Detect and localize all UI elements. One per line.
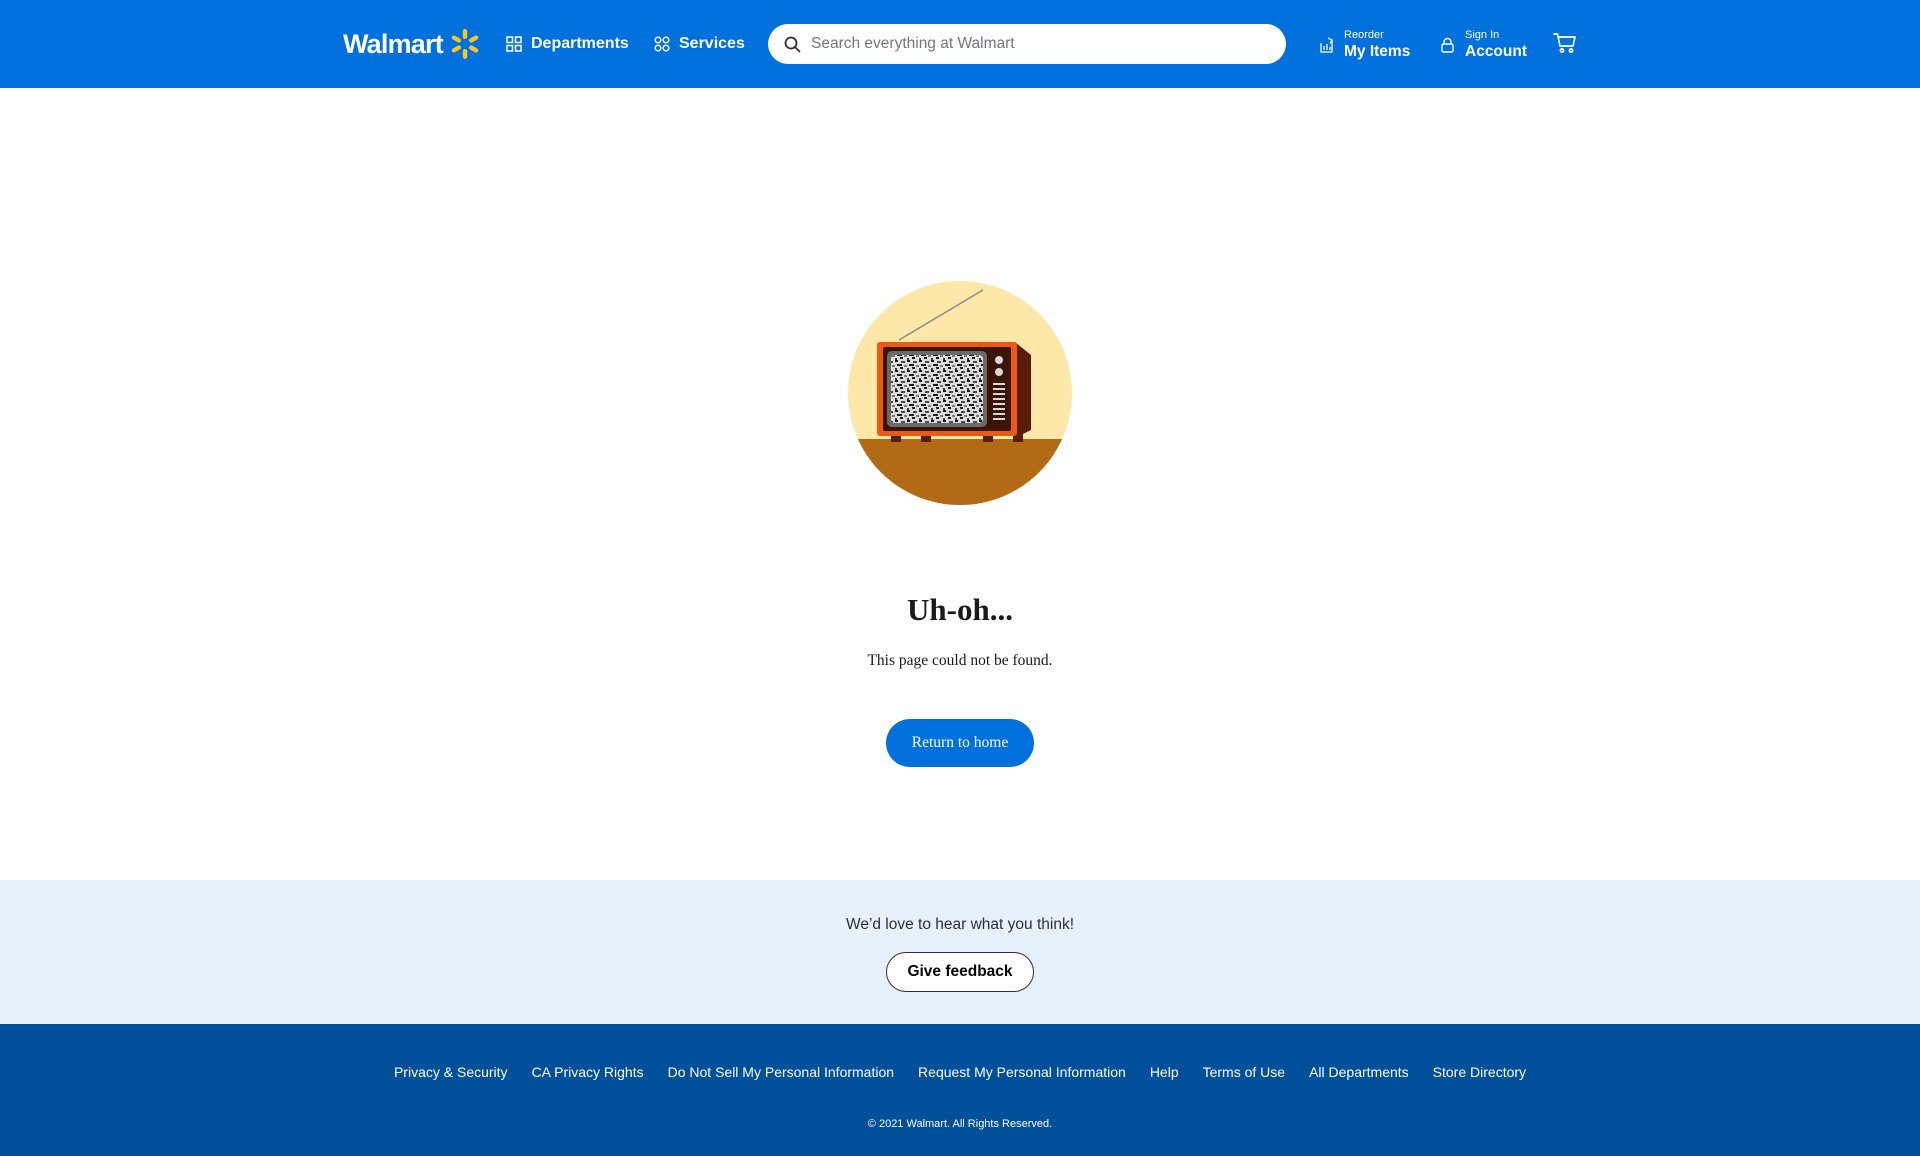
search-input[interactable]	[811, 26, 1251, 62]
footer-link-store-directory[interactable]: Store Directory	[1433, 1064, 1526, 1080]
footer-link-all-departments[interactable]: All Departments	[1309, 1064, 1409, 1080]
departments-button[interactable]: Departments	[506, 30, 629, 58]
logo-text: Walmart	[343, 28, 444, 59]
user-icon	[1441, 37, 1454, 53]
reorder-icon	[1320, 37, 1333, 53]
search-bar	[768, 24, 1286, 64]
site-footer: Privacy & Security CA Privacy Rights Do …	[0, 1024, 1920, 1156]
footer-link-ca-privacy-rights[interactable]: CA Privacy Rights	[532, 1064, 644, 1080]
feedback-prompt: We’d love to hear what you think!	[845, 916, 1075, 933]
grid-icon	[506, 36, 522, 52]
broken-tv-illustration	[847, 280, 1073, 506]
error-title: Uh-oh...	[907, 592, 1013, 627]
return-to-home-button[interactable]: Return to home	[886, 719, 1034, 767]
site-header: Walmart Departments Services Search ever…	[0, 0, 1920, 88]
cart-icon	[1553, 33, 1576, 53]
search-icon	[784, 36, 801, 52]
footer-link-help[interactable]: Help	[1150, 1064, 1179, 1080]
cart-button[interactable]	[1553, 32, 1577, 54]
give-feedback-button[interactable]: Give feedback	[886, 952, 1034, 992]
copyright-text: © 2021 Walmart. All Rights Reserved.	[867, 1118, 1053, 1130]
footer-links: Privacy & Security CA Privacy Rights Do …	[0, 1064, 1920, 1080]
walmart-spark-icon	[451, 29, 479, 59]
footer-link-privacy-security[interactable]: Privacy & Security	[394, 1064, 508, 1080]
footer-link-terms-of-use[interactable]: Terms of Use	[1203, 1064, 1285, 1080]
reorder-my-items-link[interactable]: Reorder My Items	[1319, 28, 1410, 62]
footer-link-request-info[interactable]: Request My Personal Information	[918, 1064, 1126, 1080]
footer-link-do-not-sell[interactable]: Do Not Sell My Personal Information	[668, 1064, 894, 1080]
reorder-small-label: Reorder	[1344, 28, 1384, 41]
account-big-label: Account	[1465, 43, 1527, 61]
reorder-big-label: My Items	[1344, 43, 1411, 61]
services-label: Services	[679, 35, 745, 52]
sign-in-account-link[interactable]: Sign In Account	[1440, 28, 1527, 62]
walmart-logo[interactable]: Walmart	[343, 27, 481, 61]
services-grid-icon	[654, 36, 670, 52]
feedback-section: We’d love to hear what you think! Give f…	[0, 880, 1920, 1024]
services-button[interactable]: Services	[654, 30, 745, 58]
account-small-label: Sign In	[1465, 28, 1500, 41]
departments-label: Departments	[531, 35, 629, 52]
error-subtitle: This page could not be found.	[867, 652, 1053, 669]
